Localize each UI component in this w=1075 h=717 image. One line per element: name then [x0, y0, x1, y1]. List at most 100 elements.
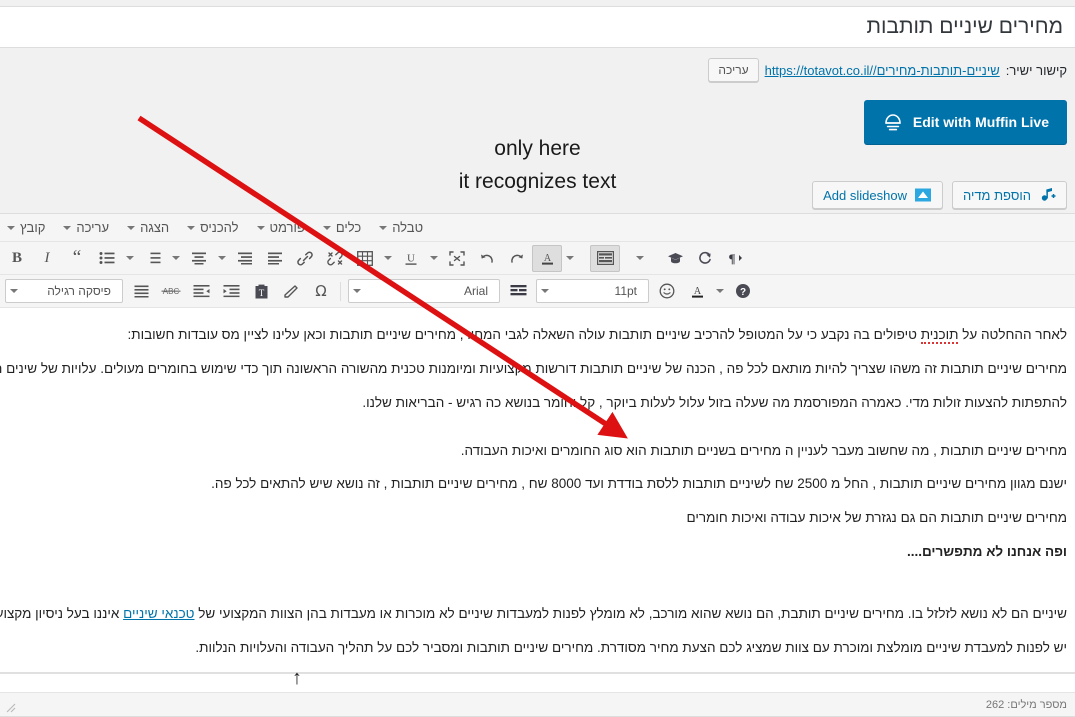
kitchen-sink-icon [596, 251, 614, 265]
line-height-button[interactable] [503, 278, 533, 305]
slideshow-icon [914, 186, 932, 204]
education-button[interactable] [660, 245, 690, 272]
help-button[interactable]: ? [728, 278, 758, 305]
chevron-down-icon [126, 256, 134, 260]
toggle-toolbar-button[interactable] [590, 244, 620, 272]
table-icon [357, 250, 373, 266]
paragraph-6: מחירים שיניים תותבות הם גם נגזרת של איכו… [686, 510, 1067, 526]
fullscreen-button[interactable] [442, 245, 472, 272]
help-icon: ? [735, 283, 751, 299]
paragraph-spacer-3 [8, 589, 1067, 603]
clear-formatting-button[interactable] [276, 278, 306, 305]
align-left-button[interactable] [260, 245, 290, 272]
omega-icon: Ω [315, 282, 327, 300]
emoji-button[interactable] [652, 278, 682, 305]
inline-link-dental-technician[interactable]: טכנאי שיניים [123, 606, 194, 621]
p1-pre: לאחר ההחלטה על [958, 327, 1067, 342]
menu-edit[interactable]: עריכה [54, 218, 118, 237]
menu-format[interactable]: פורמט [248, 218, 314, 237]
menu-file[interactable]: קובץ [0, 218, 54, 237]
p8-post: איננו בעל ניסיון מקצועי , ה [0, 606, 120, 622]
align-center-button[interactable] [184, 245, 214, 272]
numbered-list-caret[interactable] [168, 245, 184, 272]
align-justify-caret[interactable] [214, 245, 230, 272]
strikethrough-button[interactable]: ABC [156, 278, 186, 305]
quote-icon: “ [72, 247, 82, 268]
eraser-icon [283, 284, 299, 299]
align-list-button[interactable] [126, 278, 156, 305]
muffin-label: Edit with Muffin Live [912, 114, 1049, 130]
chevron-down-icon [541, 289, 549, 293]
text-color-caret[interactable] [562, 245, 578, 272]
paragraph-7: ופה אנחנו לא מתפשרים.... [906, 544, 1067, 560]
menu-view-label: הצגה [140, 220, 170, 235]
redo-button[interactable] [502, 245, 532, 272]
templates-caret[interactable] [632, 245, 648, 272]
align-lines-icon [134, 284, 149, 298]
reload-button[interactable] [690, 245, 720, 272]
remove-link-button[interactable] [320, 245, 350, 272]
highlight-color-button[interactable]: A [682, 278, 712, 305]
menu-file-label: קובץ [20, 220, 46, 235]
resize-handle-icon[interactable] [2, 699, 16, 713]
paste-text-button[interactable]: T [246, 278, 276, 305]
line-height-icon [510, 284, 527, 298]
italic-button[interactable]: I [32, 245, 62, 272]
bullet-list-caret[interactable] [122, 245, 138, 272]
edit-permalink-button[interactable]: עריכה [708, 58, 759, 82]
chevron-down-icon [256, 225, 265, 230]
menu-tools[interactable]: כלים [314, 218, 370, 237]
editor-toolbar-row-2: פיסקה רגילה ABC T Ω Arial 11pt A ? [0, 275, 1075, 308]
rtl-button[interactable]: ¶ [720, 245, 750, 272]
undo-button[interactable] [472, 245, 502, 272]
align-right-button[interactable] [230, 245, 260, 272]
highlight-caret[interactable] [712, 278, 728, 305]
bold-button[interactable]: B [2, 245, 32, 272]
underline-button[interactable]: U [396, 245, 426, 272]
add-slideshow-button[interactable]: Add slideshow [812, 181, 943, 209]
post-title-input[interactable] [0, 6, 1075, 48]
special-character-button[interactable]: Ω [306, 278, 336, 305]
add-media-button[interactable]: הוספת מדיה [951, 181, 1067, 209]
underline-caret[interactable] [426, 245, 442, 272]
menu-table[interactable]: טבלה [370, 218, 432, 237]
strikethrough-icon: ABC [160, 285, 182, 297]
table-caret[interactable] [380, 245, 396, 272]
numbered-list-button[interactable]: 123 [138, 245, 168, 272]
background-color-icon: A [690, 284, 705, 299]
editor-content-body[interactable]: לאחר ההחלטה על תוכנית טיפולים בה נקבע כי… [0, 308, 1075, 692]
blockquote-button[interactable]: “ [62, 245, 92, 272]
paragraph-4: מחירים שיניים תותבות , מה שחשוב מעבר לענ… [460, 442, 1067, 458]
svg-text:A: A [543, 253, 551, 264]
muffin-icon [882, 111, 904, 133]
indent-button[interactable] [216, 278, 246, 305]
permalink-link[interactable]: https://totavot.co.il/שיניים-תותבות-מחיר… [765, 63, 1000, 78]
menu-insert[interactable]: להכניס [178, 218, 247, 237]
edit-with-muffin-live-button[interactable]: Edit with Muffin Live [863, 100, 1067, 144]
insert-table-button[interactable] [350, 245, 380, 272]
bullet-list-button[interactable] [92, 245, 122, 272]
menu-view[interactable]: הצגה [118, 218, 178, 237]
font-size-select[interactable]: 11pt [536, 279, 649, 303]
outdent-button[interactable] [186, 278, 216, 305]
chevron-down-icon [187, 225, 196, 230]
chevron-down-icon [636, 256, 644, 260]
chevron-down-icon [353, 289, 361, 293]
chevron-down-icon [10, 289, 18, 293]
insert-link-button[interactable] [290, 245, 320, 272]
chevron-down-icon [322, 225, 331, 230]
chevron-down-icon [379, 225, 388, 230]
paragraph-style-select[interactable]: פיסקה רגילה [5, 279, 123, 303]
font-family-select[interactable]: Arial [348, 279, 500, 303]
unordered-list-icon [99, 251, 115, 265]
svg-text:T: T [258, 288, 264, 298]
menu-insert-label: להכניס [200, 220, 239, 235]
chevron-down-icon [716, 289, 724, 293]
redo-icon [509, 251, 525, 266]
editor-menubar: קובץ עריכה הצגה להכניס פורמט כלים טבלה [0, 214, 1075, 242]
paragraph-1: לאחר ההחלטה על תוכנית טיפולים בה נקבע כי… [8, 324, 1067, 346]
align-center-icon [191, 251, 207, 265]
text-color-button[interactable]: A [532, 244, 562, 272]
fullscreen-icon [449, 250, 465, 266]
